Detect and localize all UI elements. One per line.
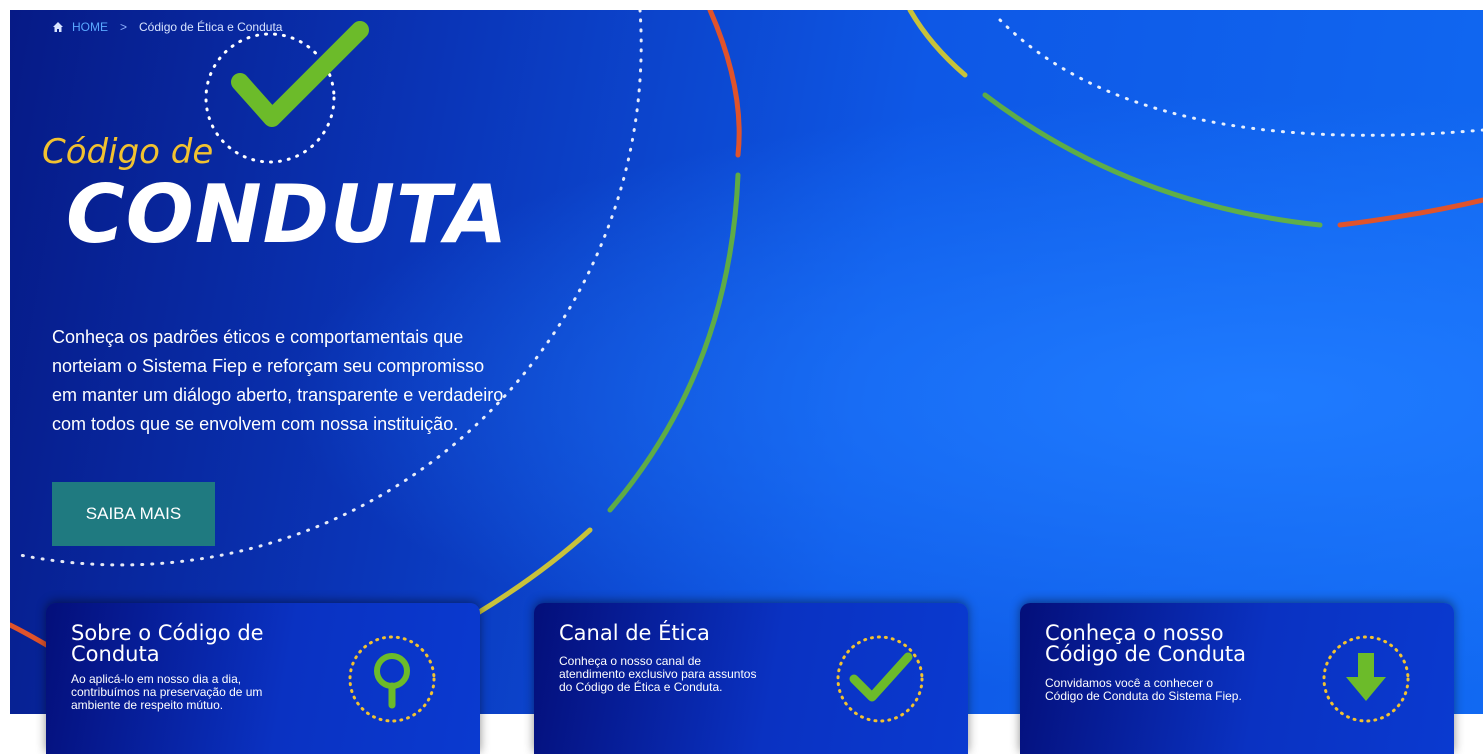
card-title: Conheça o nosso Código de Conduta (1045, 621, 1247, 666)
hero-title-line1: Código de (42, 132, 214, 172)
download-arrow-icon (1322, 635, 1410, 723)
card-sobre-codigo[interactable]: Sobre o Código de Conduta Ao aplicá-lo e… (46, 603, 480, 754)
hero-title-line2: CONDUTA (66, 168, 509, 261)
hero-intro-text: Conheça os padrões éticos e comportament… (52, 327, 504, 434)
card-conheca-codigo[interactable]: Conheça o nosso Código de Conduta Convid… (1020, 603, 1454, 754)
checkmark-icon (231, 21, 369, 127)
saiba-mais-button[interactable]: SAIBA MAIS (52, 482, 215, 546)
breadcrumb: HOME > Código de Ética e Conduta (52, 20, 282, 34)
card-title: Canal de Ética (559, 621, 710, 645)
breadcrumb-home-link[interactable]: HOME (72, 20, 108, 34)
card-text: Convidamos você a conhecer o Código de C… (1045, 676, 1242, 703)
home-icon (53, 22, 63, 32)
checkmark-icon (836, 635, 924, 723)
breadcrumb-current: Código de Ética e Conduta (139, 20, 283, 34)
card-text: Ao aplicá-lo em nosso dia a dia, contrib… (71, 672, 263, 712)
breadcrumb-separator: > (120, 20, 128, 34)
magnifier-icon (348, 635, 436, 723)
card-canal-etica[interactable]: Canal de Ética Conheça o nosso canal de … (534, 603, 968, 754)
card-text: Conheça o nosso canal de atendimento exc… (559, 654, 757, 694)
card-title: Sobre o Código de Conduta (71, 621, 264, 666)
